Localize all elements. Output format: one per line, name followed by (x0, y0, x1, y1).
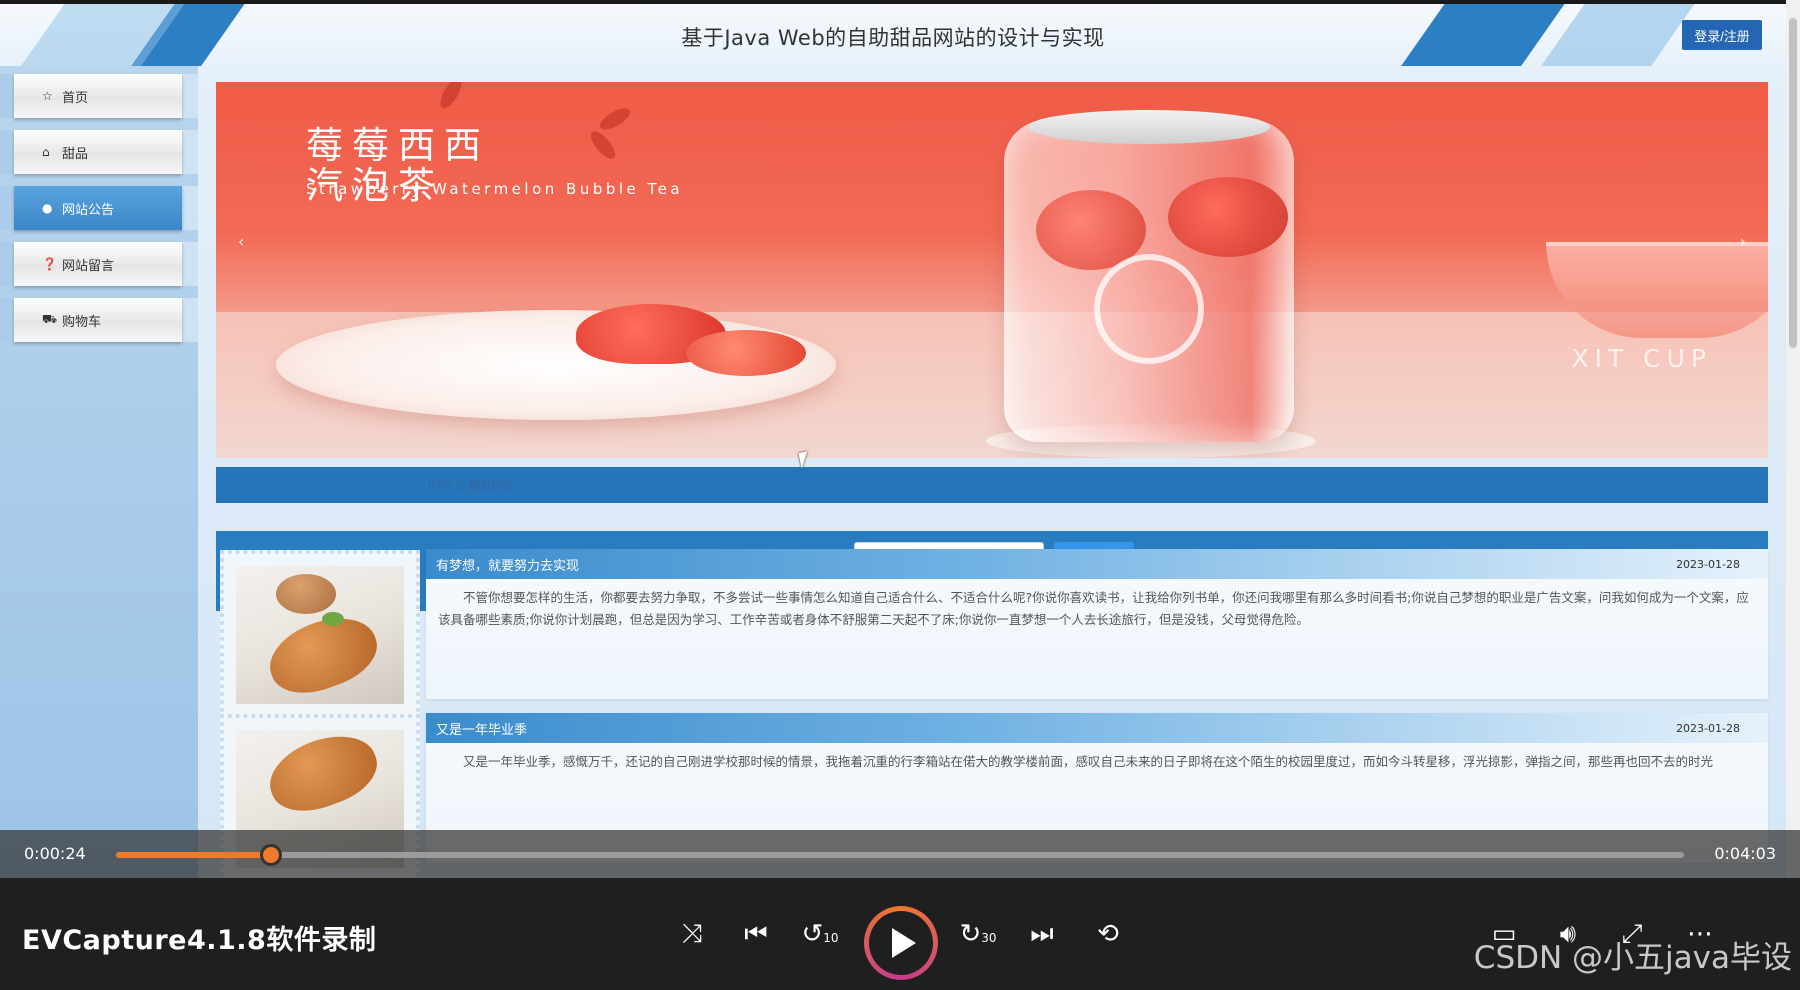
sidebar-item-label: 网站留言 (62, 258, 115, 274)
carousel-banner[interactable]: 莓莓西西 汽泡茶 Strawberry Watermelon Bubble Te… (216, 82, 1768, 458)
sidebar-item-cart[interactable]: ⛟ 购物车 (0, 294, 198, 346)
banner-subtitle: Strawberry Watermelon Bubble Tea (306, 180, 684, 198)
watermark-text: CSDN @小五java毕设 (1473, 940, 1792, 976)
current-time: 0:00:24 (24, 844, 86, 863)
info-bar: IPFS 三 翻页阶段 (216, 467, 1768, 503)
skip-next-icon[interactable]: ⏭ (1022, 914, 1062, 954)
repeat-icon[interactable]: ⟲ (1088, 914, 1128, 954)
news-title[interactable]: 有梦想，就要努力去实现 (436, 555, 579, 574)
leaf-decor (596, 104, 634, 134)
bag-icon: ⌂ (42, 145, 50, 159)
sidebar-nav: ☆ 首页 ⌂ 甜品 ● 网站公告 ❓ 网站留言 ⛟ 购物车 (0, 66, 198, 878)
sidebar-item-desserts[interactable]: ⌂ 甜品 (0, 126, 198, 178)
news-summary: 不管你想要怎样的生活，你都要去努力争取，不多尝试一些事情怎么知道自己适合什么、不… (438, 590, 1749, 627)
sidebar-item-label: 首页 (62, 90, 89, 106)
seek-handle[interactable] (260, 844, 283, 866)
info-bar-text: IPFS 三 翻页阶段 (428, 479, 513, 492)
sidebar-item-label: 购物车 (62, 314, 102, 330)
news-summary: 又是一年毕业季，感慨万千，还记的自己刚进学校那时候的情景，我拖着沉重的行李箱站在… (463, 754, 1714, 769)
carousel-next-icon[interactable]: › (1740, 232, 1746, 251)
news-title[interactable]: 又是一年毕业季 (436, 719, 527, 738)
question-circle-icon: ❓ (42, 257, 57, 271)
play-icon (892, 928, 916, 958)
site-header: 基于Java Web的自助甜品网站的设计与实现 登录/注册 (0, 0, 1786, 66)
jar-logo-mark (1094, 254, 1204, 364)
leaf-decor (436, 82, 466, 112)
total-time: 0:04:03 (1714, 844, 1776, 863)
login-register-button[interactable]: 登录/注册 (1682, 20, 1762, 50)
page-title: 基于Java Web的自助甜品网站的设计与实现 (681, 26, 1105, 50)
forward-30-icon[interactable]: ↻30 (958, 914, 998, 954)
seek-fill (116, 852, 272, 858)
leaf-decor (586, 127, 620, 163)
banner-corner-text: XIT CUP (1571, 344, 1712, 373)
sidebar-item-messages[interactable]: ❓ 网站留言 (0, 238, 198, 290)
sidebar-item-label: 网站公告 (62, 202, 115, 218)
recorder-label: EVCapture4.1.8软件录制 (22, 925, 377, 956)
page-scrollbar[interactable] (1786, 0, 1800, 878)
cart-icon: ⛟ (42, 312, 58, 326)
carousel-prev-icon[interactable]: ‹ (238, 232, 244, 251)
player-controls: EVCapture4.1.8软件录制 ⤨ ⏮ ↺10 ↻30 ⏭ ⟲ ▭ 🔊︎ … (0, 878, 1800, 990)
skip-previous-icon[interactable]: ⏮ (736, 914, 776, 954)
news-thumbnail[interactable] (220, 550, 420, 720)
sidebar-item-label: 甜品 (62, 146, 89, 162)
sidebar-item-announcements[interactable]: ● 网站公告 (0, 182, 198, 234)
player-progress-bar: 0:00:24 0:04:03 (0, 830, 1800, 878)
sidebar-item-home[interactable]: ☆ 首页 (0, 70, 198, 122)
play-button[interactable] (864, 906, 938, 980)
strawberry-image (686, 330, 806, 376)
news-card[interactable]: 有梦想，就要努力去实现 2023-01-28 不管你想要怎样的生活，你都要去努力… (426, 549, 1768, 699)
seek-track[interactable] (116, 844, 1684, 866)
shuffle-icon[interactable]: ⤨ (672, 914, 712, 954)
star-outline-icon: ☆ (42, 89, 53, 103)
rewind-10-icon[interactable]: ↺10 (800, 914, 840, 954)
main-content: 莓莓西西 汽泡茶 Strawberry Watermelon Bubble Te… (198, 66, 1786, 878)
news-date: 2023-01-28 (1676, 721, 1740, 735)
news-date: 2023-01-28 (1676, 557, 1740, 571)
website-viewport: 基于Java Web的自助甜品网站的设计与实现 登录/注册 ☆ 首页 ⌂ 甜品 … (0, 0, 1800, 878)
circle-icon: ● (42, 201, 53, 215)
scrollbar-thumb[interactable] (1789, 18, 1797, 348)
